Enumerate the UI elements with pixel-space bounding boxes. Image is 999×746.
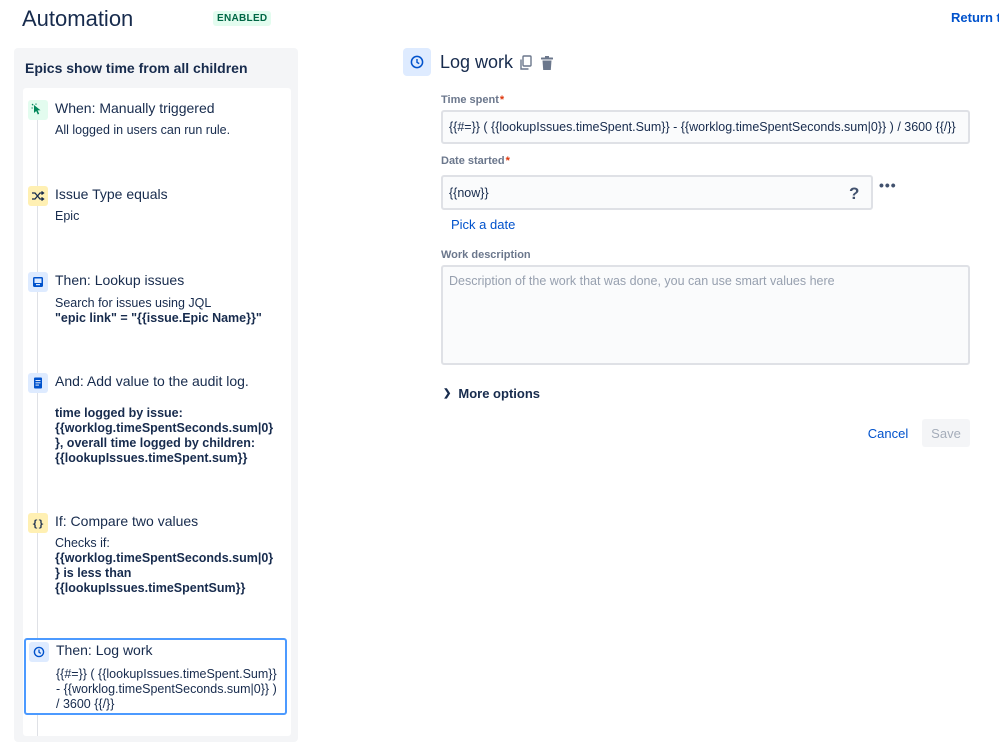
component-description: Search for issues using JQL bbox=[55, 296, 212, 310]
time-spent-input[interactable]: {{#=}} ( {{lookupIssues.timeSpent.Sum}} … bbox=[441, 110, 970, 144]
component-line-2: {{worklog.timeSpentSeconds.sum|0} bbox=[55, 551, 274, 565]
component-title: When: Manually triggered bbox=[55, 100, 215, 116]
component-line-1: Checks if: bbox=[55, 536, 110, 550]
rule-name: Epics show time from all children bbox=[25, 60, 248, 76]
editor-title: Log work bbox=[440, 52, 514, 72]
component-line-4: {{lookupIssues.timeSpentSum}} bbox=[55, 581, 246, 595]
shuffle-icon bbox=[28, 186, 48, 206]
document-icon bbox=[28, 373, 48, 393]
rule-component-log-work[interactable]: Then: Log work {{#=}} ( {{lookupIssues.t… bbox=[24, 638, 287, 715]
component-line-4: {{lookupIssues.timeSpent.sum}} bbox=[55, 451, 248, 465]
component-line-3: }, overall time logged by children: bbox=[55, 436, 256, 450]
braces-icon: {} bbox=[28, 513, 48, 533]
rule-component-list: When: Manually triggered All logged in u… bbox=[23, 88, 291, 736]
component-title: Issue Type equals bbox=[55, 186, 168, 202]
rule-component-lookup[interactable]: Then: Lookup issues Search for issues us… bbox=[23, 269, 291, 339]
component-line-2: {{worklog.timeSpentSeconds.sum|0} bbox=[55, 421, 274, 435]
rule-component-trigger[interactable]: When: Manually triggered All logged in u… bbox=[23, 97, 291, 157]
component-description: Epic bbox=[55, 209, 80, 223]
work-description-input[interactable]: Description of the work that was done, y… bbox=[441, 265, 970, 365]
date-started-label: Date started* bbox=[441, 155, 510, 167]
pick-date-link[interactable]: Pick a date bbox=[451, 217, 515, 232]
rule-component-condition[interactable]: Issue Type equals Epic bbox=[23, 183, 291, 243]
return-link[interactable]: Return to bbox=[951, 10, 999, 25]
component-jql: "epic link" = "{{issue.Epic Name}}" bbox=[55, 311, 262, 325]
component-title: If: Compare two values bbox=[55, 513, 199, 529]
component-description: All logged in users can run rule. bbox=[55, 123, 231, 137]
inbox-icon bbox=[28, 272, 48, 292]
copy-icon[interactable] bbox=[519, 55, 533, 71]
cancel-button[interactable]: Cancel bbox=[860, 420, 916, 447]
work-description-label: Work description bbox=[441, 249, 531, 261]
svg-text:{}: {} bbox=[32, 519, 44, 530]
clock-icon bbox=[29, 642, 49, 662]
component-line-3: } is less than bbox=[55, 566, 132, 580]
trash-icon[interactable] bbox=[540, 55, 554, 71]
save-button[interactable]: Save bbox=[922, 419, 970, 447]
more-actions-icon[interactable]: ••• bbox=[879, 177, 897, 193]
component-line-3: / 3600 {{/}} bbox=[56, 697, 115, 711]
date-started-input[interactable]: {{now}} bbox=[441, 175, 873, 210]
time-spent-label: Time spent* bbox=[441, 94, 505, 106]
rule-component-compare[interactable]: {} If: Compare two values Checks if: {{w… bbox=[23, 510, 291, 600]
cursor-click-icon bbox=[28, 100, 48, 120]
component-line-2: - {{worklog.timeSpentSeconds.sum|0}} ) bbox=[56, 682, 277, 696]
component-title: Then: Lookup issues bbox=[55, 272, 185, 288]
more-options-label: More options bbox=[458, 386, 540, 401]
chevron-right-icon: ❯ bbox=[443, 388, 452, 399]
component-title: And: Add value to the audit log. bbox=[55, 373, 249, 389]
clock-icon bbox=[403, 48, 431, 76]
help-icon[interactable]: ? bbox=[849, 184, 859, 204]
page-title: Automation bbox=[22, 6, 134, 31]
component-line-1: time logged by issue: bbox=[55, 406, 183, 420]
rule-component-audit-log[interactable]: And: Add value to the audit log. time lo… bbox=[23, 370, 291, 470]
component-line-1: {{#=}} ( {{lookupIssues.timeSpent.Sum}} bbox=[56, 667, 277, 681]
component-title: Then: Log work bbox=[56, 642, 153, 658]
status-badge: ENABLED bbox=[213, 11, 272, 26]
rule-panel: Epics show time from all children When: … bbox=[14, 48, 298, 742]
more-options-toggle[interactable]: ❯ More options bbox=[443, 386, 540, 401]
